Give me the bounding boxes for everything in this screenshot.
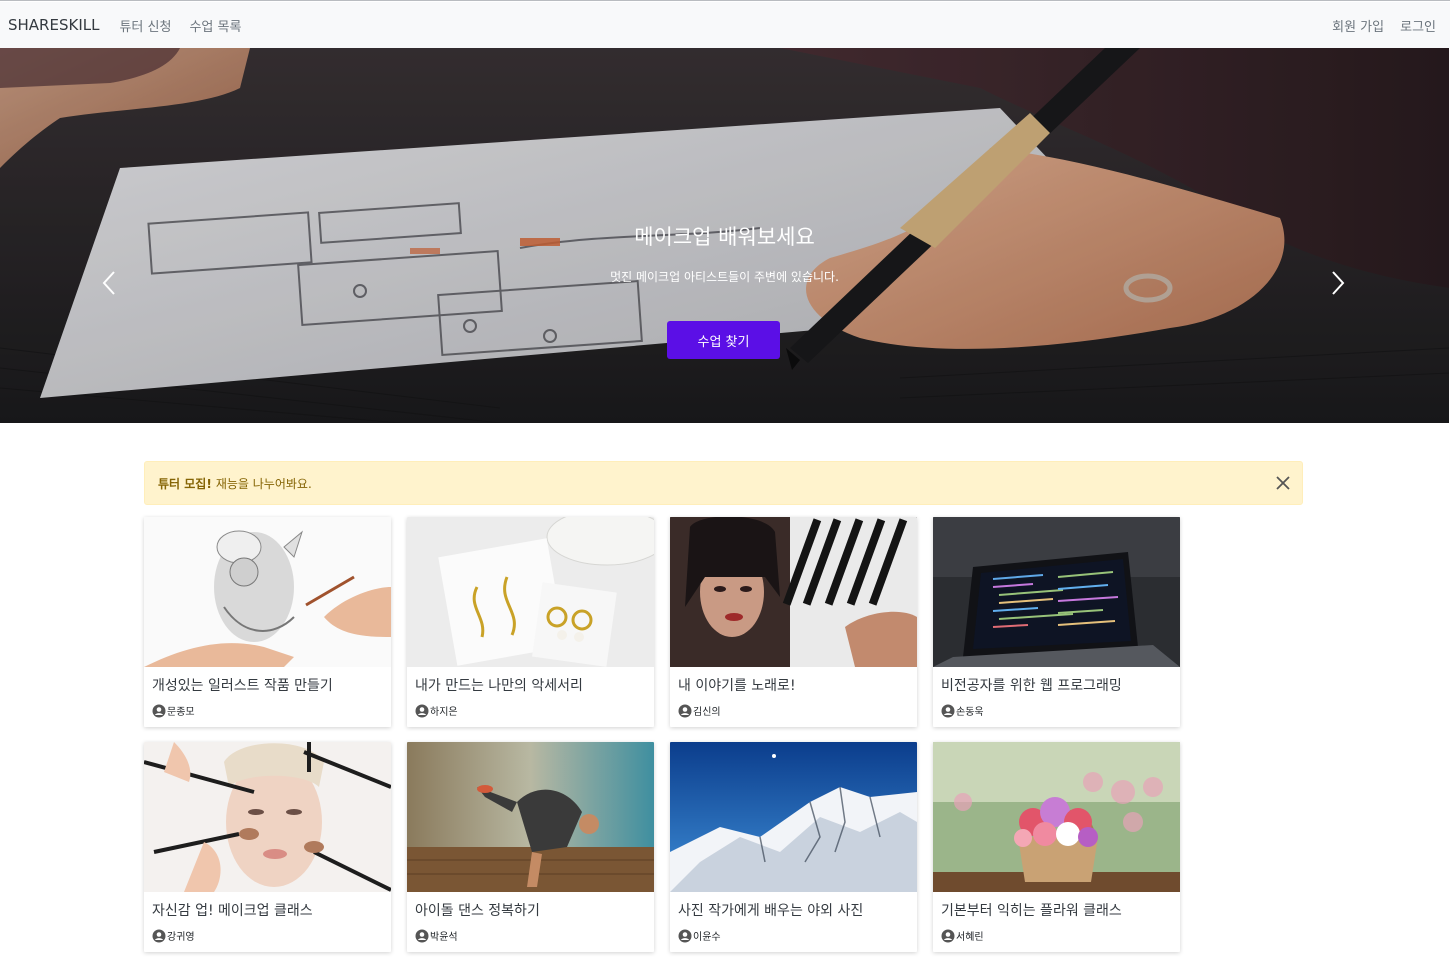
course-card[interactable]: 내 이야기를 노래로! 김신의	[670, 517, 917, 727]
course-thumbnail	[670, 517, 917, 667]
author-name: 강귀영	[167, 932, 195, 943]
course-title: 사진 작가에게 배우는 야외 사진	[678, 903, 864, 919]
course-title: 아이돌 댄스 정복하기	[415, 903, 540, 919]
course-card[interactable]: 비전공자를 위한 웹 프로그래밍 손동욱	[933, 517, 1180, 727]
course-author: 손동욱	[941, 703, 984, 718]
course-card[interactable]: 자신감 업! 메이크업 클래스 강귀영	[144, 742, 391, 952]
course-thumbnail	[407, 517, 654, 667]
alert-text: 재능을 나누어봐요.	[215, 476, 312, 491]
close-icon[interactable]	[1274, 474, 1292, 492]
author-name: 이윤수	[693, 932, 721, 943]
find-course-button[interactable]: 수업 찾기	[667, 321, 780, 359]
course-card[interactable]: 아이돌 댄스 정복하기 박윤석	[407, 742, 654, 952]
author-name: 박윤석	[430, 932, 458, 943]
course-title: 내가 만드는 나만의 악세서리	[415, 678, 583, 694]
course-author: 이윤수	[678, 928, 721, 943]
course-author: 하지은	[415, 703, 458, 718]
nav-link-tutor-apply[interactable]: 튜터 신청	[119, 16, 171, 35]
course-author: 강귀영	[152, 928, 195, 943]
course-title: 비전공자를 위한 웹 프로그래밍	[941, 678, 1122, 694]
user-circle-icon	[152, 929, 166, 942]
course-thumbnail	[670, 742, 917, 892]
course-title: 내 이야기를 노래로!	[678, 678, 796, 694]
user-circle-icon	[415, 704, 429, 717]
course-title: 개성있는 일러스트 작품 만들기	[152, 678, 333, 694]
course-thumbnail	[144, 517, 391, 667]
author-name: 서혜린	[956, 932, 984, 943]
page: SHARESKILL 튜터 신청 수업 목록 회원 가입 로그인 메이크업 배워…	[0, 0, 1450, 962]
course-author: 김신의	[678, 703, 721, 718]
author-name: 하지은	[430, 707, 458, 718]
course-author: 박윤석	[415, 928, 458, 943]
course-title: 기본부터 익히는 플라워 클래스	[941, 903, 1122, 919]
course-card[interactable]: 사진 작가에게 배우는 야외 사진 이윤수	[670, 742, 917, 952]
course-thumbnail	[407, 742, 654, 892]
user-circle-icon	[678, 704, 692, 717]
hero-title: 메이크업 배워보세요	[634, 225, 815, 249]
user-circle-icon	[152, 704, 166, 717]
user-circle-icon	[415, 929, 429, 942]
nav-right: 회원 가입 로그인	[1316, 2, 1436, 48]
course-card[interactable]: 기본부터 익히는 플라워 클래스 서혜린	[933, 742, 1180, 952]
author-name: 김신의	[693, 707, 721, 718]
course-thumbnail	[933, 517, 1180, 667]
tutor-recruit-alert: 튜터 모집! 재능을 나누어봐요.	[144, 461, 1303, 505]
author-name: 문종모	[167, 707, 195, 718]
user-circle-icon	[941, 929, 955, 942]
course-author: 문종모	[152, 703, 195, 718]
course-thumbnail	[144, 742, 391, 892]
author-name: 손동욱	[956, 707, 984, 718]
hero-carousel: 메이크업 배워보세요 멋진 메이크업 아티스트들이 주변에 있습니다. 수업 찾…	[0, 48, 1449, 423]
user-circle-icon	[678, 929, 692, 942]
course-card[interactable]: 내가 만드는 나만의 악세서리 하지은	[407, 517, 654, 727]
nav-link-course-list[interactable]: 수업 목록	[189, 16, 241, 35]
course-author: 서혜린	[941, 928, 984, 943]
alert-strong-text: 튜터 모집!	[158, 476, 212, 491]
user-circle-icon	[941, 704, 955, 717]
nav-link-signup[interactable]: 회원 가입	[1332, 16, 1384, 35]
course-title: 자신감 업! 메이크업 클래스	[152, 903, 313, 919]
brand-logo[interactable]: SHARESKILL	[8, 16, 99, 34]
carousel-prev-icon[interactable]	[96, 266, 120, 300]
course-card[interactable]: 개성있는 일러스트 작품 만들기 문종모	[144, 517, 391, 727]
carousel-next-icon[interactable]	[1327, 266, 1351, 300]
navbar: SHARESKILL 튜터 신청 수업 목록 회원 가입 로그인	[0, 2, 1450, 48]
hero-subtitle: 멋진 메이크업 아티스트들이 주변에 있습니다.	[610, 270, 839, 284]
nav-link-login[interactable]: 로그인	[1400, 16, 1436, 35]
course-thumbnail	[933, 742, 1180, 892]
